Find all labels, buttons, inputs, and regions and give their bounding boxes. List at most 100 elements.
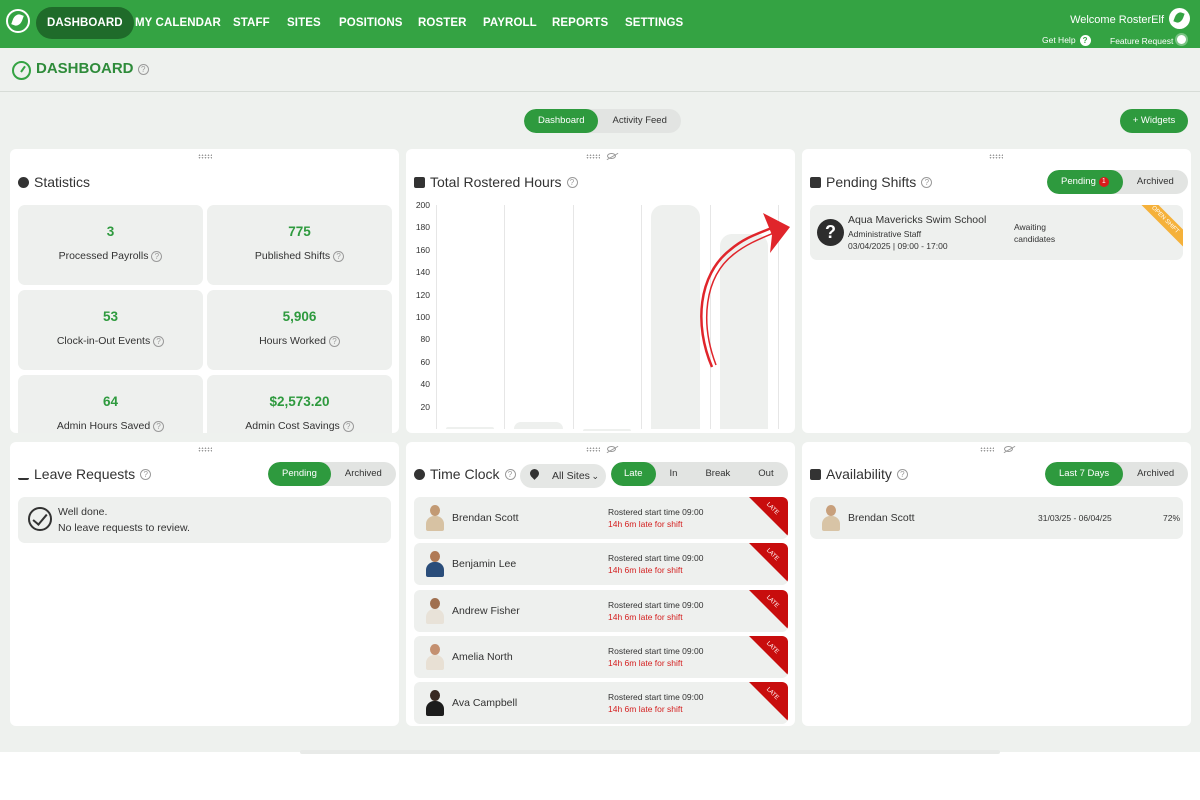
rosterelf-logo-icon[interactable] <box>6 9 30 33</box>
staff-name: Andrew Fisher <box>452 604 520 617</box>
time-clock-panel: Time Clock ? All Sites ⌄ Late In Break O… <box>406 442 795 726</box>
tab-out[interactable]: Out <box>744 462 787 486</box>
page-title: DASHBOARD ? <box>36 60 149 77</box>
help-icon[interactable]: ? <box>140 468 152 480</box>
staff-name: Benjamin Lee <box>452 558 517 571</box>
chart-bar[interactable] <box>514 422 563 429</box>
stat-hours-worked: 5,906 Hours Worked ? <box>207 290 392 370</box>
nav-sites[interactable]: SITES <box>276 7 332 39</box>
tab-late[interactable]: Late <box>611 462 656 486</box>
nav-my-calendar[interactable]: MY CALENDAR <box>124 7 232 39</box>
tab-pending[interactable]: Pending 1 <box>1047 170 1123 194</box>
calendar-icon <box>810 468 821 480</box>
grid-line <box>436 205 437 429</box>
grid-line <box>572 205 574 429</box>
y-tick-label: 20 <box>420 401 430 412</box>
help-icon[interactable]: ? <box>153 420 165 432</box>
tab-last-7-days[interactable]: Last 7 Days <box>1045 462 1124 486</box>
tab-break[interactable]: Break <box>691 462 744 486</box>
stat-value: 53 <box>102 309 119 324</box>
get-help-link[interactable]: Get Help? <box>1042 35 1091 46</box>
feature-request-label: Feature Request <box>1110 36 1174 46</box>
leave-toggle: Pending Archived <box>268 462 396 486</box>
pending-count-badge: 1 <box>1098 177 1109 187</box>
stat-processed-payrolls: 3 Processed Payrolls ? <box>18 205 203 285</box>
stat-value: 5,906 <box>282 309 317 324</box>
pending-shifts-panel: Pending Shifts ? Pending 1 Archived ? Aqu… <box>802 149 1191 433</box>
nav-reports[interactable]: REPORTS <box>541 7 619 39</box>
help-icon[interactable]: ? <box>333 250 345 262</box>
time-clock-row[interactable]: Andrew Fisher Rostered start time 09:00 14… <box>414 589 788 632</box>
shift-status-line2: candidates <box>1014 234 1056 244</box>
y-tick-label: 100 <box>415 312 430 322</box>
bar-chart-icon <box>414 176 425 188</box>
tab-archived[interactable]: Archived <box>331 462 396 486</box>
nav-roster[interactable]: ROSTER <box>407 7 478 39</box>
help-icon[interactable]: ? <box>151 250 163 262</box>
drag-handle-icon[interactable] <box>198 447 212 452</box>
y-tick-label: 140 <box>415 267 430 278</box>
drag-handle-icon[interactable] <box>198 154 212 159</box>
tab-archived[interactable]: Archived <box>1123 462 1188 486</box>
tab-pending[interactable]: Pending <box>268 462 331 486</box>
nav-settings[interactable]: SETTINGS <box>614 7 694 39</box>
chart-bar[interactable] <box>582 429 632 431</box>
pending-shifts-title: Pending Shifts <box>826 174 917 190</box>
help-icon[interactable]: ? <box>137 63 149 75</box>
y-tick-label: 80 <box>420 334 430 345</box>
availability-row[interactable]: Brendan Scott 31/03/25 - 06/04/25 72% <box>810 497 1183 539</box>
stat-value: 3 <box>106 224 115 239</box>
help-icon[interactable]: ? <box>566 176 578 188</box>
chart-bar[interactable] <box>446 426 495 429</box>
stat-value: 775 <box>288 224 311 239</box>
help-icon[interactable]: ? <box>153 335 165 347</box>
open-shift-ribbon: OPEN SHIFT <box>1138 205 1183 247</box>
time-clock-row[interactable]: Benjamin Lee Rostered start time 09:00 14h… <box>414 543 788 586</box>
tab-in[interactable]: In <box>656 462 692 486</box>
availability-toggle: Last 7 Days Archived <box>1045 462 1189 486</box>
help-icon[interactable]: ? <box>921 176 933 188</box>
annotation-arrow-curve-2 <box>706 231 777 366</box>
add-widgets-button[interactable]: + Widgets <box>1120 109 1188 133</box>
stat-label: Clock-in-Out Events ? <box>18 335 203 347</box>
pending-shift-card[interactable]: ? Aqua Mavericks Swim School Administrat… <box>810 205 1183 260</box>
site-select[interactable]: All Sites ⌄ <box>520 464 606 488</box>
help-icon[interactable]: ? <box>896 468 908 480</box>
panel-title: Time Clock ? <box>414 466 516 482</box>
hide-eye-icon[interactable] <box>607 153 616 159</box>
shift-position: Administrative Staff <box>848 229 922 239</box>
drag-handle-icon[interactable] <box>586 447 600 452</box>
statistics-title: Statistics <box>34 174 91 190</box>
get-help-label: Get Help <box>1042 35 1076 45</box>
header-view-toggle: Dashboard Activity Feed <box>524 109 681 133</box>
user-avatar-icon[interactable] <box>1169 8 1190 29</box>
nav-staff[interactable]: STAFF <box>222 7 281 39</box>
y-tick-label: 60 <box>420 356 430 367</box>
shift-status-line1: Awaiting <box>1014 222 1046 232</box>
help-icon[interactable]: ? <box>504 468 516 480</box>
stat-clock-events: 53 Clock-in-Out Events ? <box>18 290 203 370</box>
help-icon[interactable]: ? <box>328 335 340 347</box>
empty-message-title: Well done. <box>58 506 108 518</box>
feature-request-link[interactable]: Feature Request <box>1110 35 1187 46</box>
stat-label: Admin Hours Saved ? <box>18 420 203 432</box>
nav-payroll[interactable]: PAYROLL <box>472 7 548 39</box>
drag-handle-icon[interactable] <box>989 154 1003 159</box>
tab-dashboard[interactable]: Dashboard <box>524 109 599 133</box>
help-icon[interactable]: ? <box>342 420 354 432</box>
time-clock-row[interactable]: Brendan Scott Rostered start time 09:00 14… <box>414 497 788 539</box>
panel-title: Statistics <box>18 174 90 190</box>
time-clock-row[interactable]: Ava Campbell Rostered start time 09:00 14h… <box>414 682 788 725</box>
drag-handle-icon[interactable] <box>586 154 600 159</box>
tab-archived[interactable]: Archived <box>1123 170 1188 194</box>
hide-eye-icon[interactable] <box>607 446 616 452</box>
footer-shadow <box>300 750 1000 754</box>
leave-empty-state: Well done. No leave requests to review. <box>18 497 391 543</box>
nav-positions[interactable]: POSITIONS <box>328 7 414 39</box>
drag-handle-icon[interactable] <box>980 447 994 452</box>
nav-dashboard[interactable]: DASHBOARD <box>36 7 134 39</box>
hide-eye-icon[interactable] <box>1004 446 1013 452</box>
time-clock-row[interactable]: Amelia North Rostered start time 09:00 14h… <box>414 635 788 678</box>
tab-activity-feed[interactable]: Activity Feed <box>598 109 680 133</box>
late-duration: 14h 6m late for shift <box>608 565 683 576</box>
